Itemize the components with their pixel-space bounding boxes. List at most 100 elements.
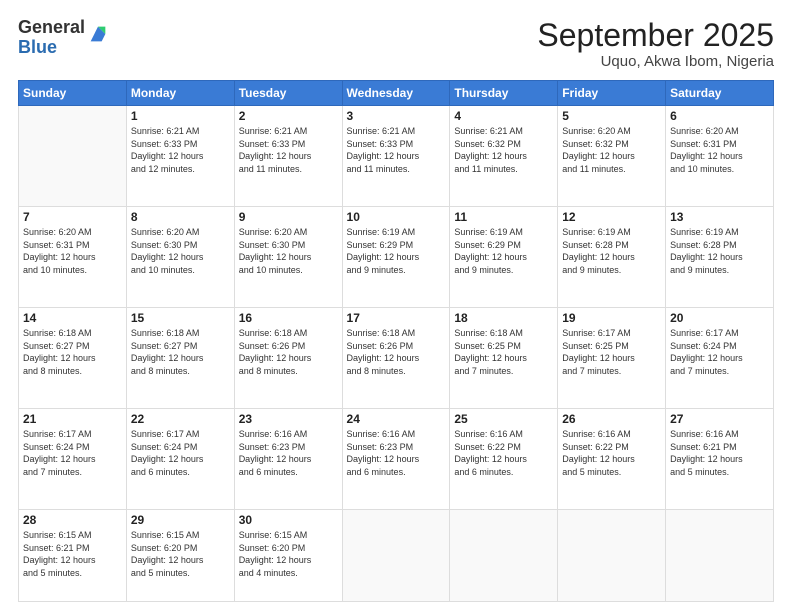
calendar-cell xyxy=(450,510,558,602)
day-number: 22 xyxy=(131,412,230,426)
calendar-cell: 28 Sunrise: 6:15 AM Sunset: 6:21 PM Dayli… xyxy=(19,510,127,602)
calendar-cell: 29Sunrise: 6:15 AM Sunset: 6:20 PM Dayli… xyxy=(126,510,234,602)
calendar-cell: 16 Sunrise: 6:18 AM Sunset: 6:26 PM Dayli… xyxy=(234,308,342,409)
month-title: September 2025 xyxy=(537,18,774,53)
day-number: 23 xyxy=(239,412,338,426)
day-info: Sunrise: 6:18 AM Sunset: 6:27 PM Dayligh… xyxy=(131,327,230,377)
day-number: 4 xyxy=(454,109,553,123)
calendar-cell: 19 Sunrise: 6:17 AM Sunset: 6:25 PM Dayli… xyxy=(558,308,666,409)
calendar-cell: 24Sunrise: 6:16 AM Sunset: 6:23 PM Dayli… xyxy=(342,409,450,510)
day-info: Sunrise: 6:15 AM Sunset: 6:21 PM Dayligh… xyxy=(23,529,122,579)
calendar-cell: 8 Sunrise: 6:20 AM Sunset: 6:30 PM Daylig… xyxy=(126,207,234,308)
calendar-cell: 3Sunrise: 6:21 AM Sunset: 6:33 PM Daylig… xyxy=(342,106,450,207)
weekday-header-sunday: Sunday xyxy=(19,81,127,106)
day-info: Sunrise: 6:20 AM Sunset: 6:30 PM Dayligh… xyxy=(131,226,230,276)
day-info: Sunrise: 6:16 AM Sunset: 6:23 PM Dayligh… xyxy=(239,428,338,478)
calendar-week-2: 7 Sunrise: 6:20 AM Sunset: 6:31 PM Daylig… xyxy=(19,207,774,308)
day-info: Sunrise: 6:20 AM Sunset: 6:31 PM Dayligh… xyxy=(23,226,122,276)
logo-icon xyxy=(87,23,109,45)
day-info: Sunrise: 6:18 AM Sunset: 6:26 PM Dayligh… xyxy=(347,327,446,377)
day-info: Sunrise: 6:20 AM Sunset: 6:32 PM Dayligh… xyxy=(562,125,661,175)
calendar-cell: 13Sunrise: 6:19 AM Sunset: 6:28 PM Dayli… xyxy=(666,207,774,308)
day-info: Sunrise: 6:21 AM Sunset: 6:33 PM Dayligh… xyxy=(239,125,338,175)
calendar-cell: 15 Sunrise: 6:18 AM Sunset: 6:27 PM Dayli… xyxy=(126,308,234,409)
day-info: Sunrise: 6:17 AM Sunset: 6:24 PM Dayligh… xyxy=(670,327,769,377)
day-number: 12 xyxy=(562,210,661,224)
day-info: Sunrise: 6:20 AM Sunset: 6:31 PM Dayligh… xyxy=(670,125,769,175)
day-number: 5 xyxy=(562,109,661,123)
day-number: 6 xyxy=(670,109,769,123)
day-info: Sunrise: 6:18 AM Sunset: 6:27 PM Dayligh… xyxy=(23,327,122,377)
day-info: Sunrise: 6:19 AM Sunset: 6:28 PM Dayligh… xyxy=(670,226,769,276)
day-number: 21 xyxy=(23,412,122,426)
day-number: 15 xyxy=(131,311,230,325)
calendar-cell: 22 Sunrise: 6:17 AM Sunset: 6:24 PM Dayli… xyxy=(126,409,234,510)
page: General Blue September 2025 Uquo, Akwa I… xyxy=(0,0,792,612)
day-number: 10 xyxy=(347,210,446,224)
logo-text: General Blue xyxy=(18,18,85,58)
weekday-header-row: SundayMondayTuesdayWednesdayThursdayFrid… xyxy=(19,81,774,106)
weekday-header-tuesday: Tuesday xyxy=(234,81,342,106)
weekday-header-saturday: Saturday xyxy=(666,81,774,106)
day-info: Sunrise: 6:17 AM Sunset: 6:24 PM Dayligh… xyxy=(23,428,122,478)
day-info: Sunrise: 6:19 AM Sunset: 6:28 PM Dayligh… xyxy=(562,226,661,276)
calendar-cell: 12 Sunrise: 6:19 AM Sunset: 6:28 PM Dayli… xyxy=(558,207,666,308)
calendar-cell: 26Sunrise: 6:16 AM Sunset: 6:22 PM Dayli… xyxy=(558,409,666,510)
logo-blue: Blue xyxy=(18,38,85,58)
calendar-body: 1 Sunrise: 6:21 AM Sunset: 6:33 PM Daylig… xyxy=(19,106,774,602)
day-number: 14 xyxy=(23,311,122,325)
calendar-cell: 14 Sunrise: 6:18 AM Sunset: 6:27 PM Dayli… xyxy=(19,308,127,409)
calendar-table: SundayMondayTuesdayWednesdayThursdayFrid… xyxy=(18,80,774,602)
calendar-cell: 2 Sunrise: 6:21 AM Sunset: 6:33 PM Daylig… xyxy=(234,106,342,207)
calendar-cell: 17 Sunrise: 6:18 AM Sunset: 6:26 PM Dayli… xyxy=(342,308,450,409)
day-number: 26 xyxy=(562,412,661,426)
day-info: Sunrise: 6:15 AM Sunset: 6:20 PM Dayligh… xyxy=(239,529,338,579)
calendar-cell: 27 Sunrise: 6:16 AM Sunset: 6:21 PM Dayli… xyxy=(666,409,774,510)
weekday-header-wednesday: Wednesday xyxy=(342,81,450,106)
calendar-cell: 5 Sunrise: 6:20 AM Sunset: 6:32 PM Daylig… xyxy=(558,106,666,207)
day-number: 3 xyxy=(347,109,446,123)
day-info: Sunrise: 6:18 AM Sunset: 6:26 PM Dayligh… xyxy=(239,327,338,377)
weekday-header-monday: Monday xyxy=(126,81,234,106)
day-info: Sunrise: 6:20 AM Sunset: 6:30 PM Dayligh… xyxy=(239,226,338,276)
calendar-cell: 6 Sunrise: 6:20 AM Sunset: 6:31 PM Daylig… xyxy=(666,106,774,207)
day-number: 27 xyxy=(670,412,769,426)
day-number: 30 xyxy=(239,513,338,527)
calendar-cell: 18 Sunrise: 6:18 AM Sunset: 6:25 PM Dayli… xyxy=(450,308,558,409)
calendar-cell: 21 Sunrise: 6:17 AM Sunset: 6:24 PM Dayli… xyxy=(19,409,127,510)
calendar-header: SundayMondayTuesdayWednesdayThursdayFrid… xyxy=(19,81,774,106)
day-number: 29 xyxy=(131,513,230,527)
day-number: 2 xyxy=(239,109,338,123)
day-number: 8 xyxy=(131,210,230,224)
day-number: 25 xyxy=(454,412,553,426)
day-number: 1 xyxy=(131,109,230,123)
title-block: September 2025 Uquo, Akwa Ibom, Nigeria xyxy=(537,18,774,70)
logo: General Blue xyxy=(18,18,109,58)
day-number: 28 xyxy=(23,513,122,527)
calendar-cell: 30 Sunrise: 6:15 AM Sunset: 6:20 PM Dayli… xyxy=(234,510,342,602)
day-info: Sunrise: 6:16 AM Sunset: 6:22 PM Dayligh… xyxy=(454,428,553,478)
day-info: Sunrise: 6:21 AM Sunset: 6:32 PM Dayligh… xyxy=(454,125,553,175)
day-number: 24 xyxy=(347,412,446,426)
day-number: 18 xyxy=(454,311,553,325)
day-info: Sunrise: 6:16 AM Sunset: 6:21 PM Dayligh… xyxy=(670,428,769,478)
day-info: Sunrise: 6:17 AM Sunset: 6:25 PM Dayligh… xyxy=(562,327,661,377)
calendar-cell: 20Sunrise: 6:17 AM Sunset: 6:24 PM Dayli… xyxy=(666,308,774,409)
day-info: Sunrise: 6:17 AM Sunset: 6:24 PM Dayligh… xyxy=(131,428,230,478)
calendar-cell: 7 Sunrise: 6:20 AM Sunset: 6:31 PM Daylig… xyxy=(19,207,127,308)
day-number: 17 xyxy=(347,311,446,325)
logo-general: General xyxy=(18,18,85,38)
day-info: Sunrise: 6:19 AM Sunset: 6:29 PM Dayligh… xyxy=(454,226,553,276)
header: General Blue September 2025 Uquo, Akwa I… xyxy=(18,18,774,70)
day-info: Sunrise: 6:18 AM Sunset: 6:25 PM Dayligh… xyxy=(454,327,553,377)
day-number: 16 xyxy=(239,311,338,325)
calendar-cell: 11 Sunrise: 6:19 AM Sunset: 6:29 PM Dayli… xyxy=(450,207,558,308)
weekday-header-thursday: Thursday xyxy=(450,81,558,106)
calendar-cell xyxy=(666,510,774,602)
day-number: 7 xyxy=(23,210,122,224)
day-number: 11 xyxy=(454,210,553,224)
day-number: 19 xyxy=(562,311,661,325)
calendar-week-3: 14 Sunrise: 6:18 AM Sunset: 6:27 PM Dayli… xyxy=(19,308,774,409)
weekday-header-friday: Friday xyxy=(558,81,666,106)
calendar-week-5: 28 Sunrise: 6:15 AM Sunset: 6:21 PM Dayli… xyxy=(19,510,774,602)
